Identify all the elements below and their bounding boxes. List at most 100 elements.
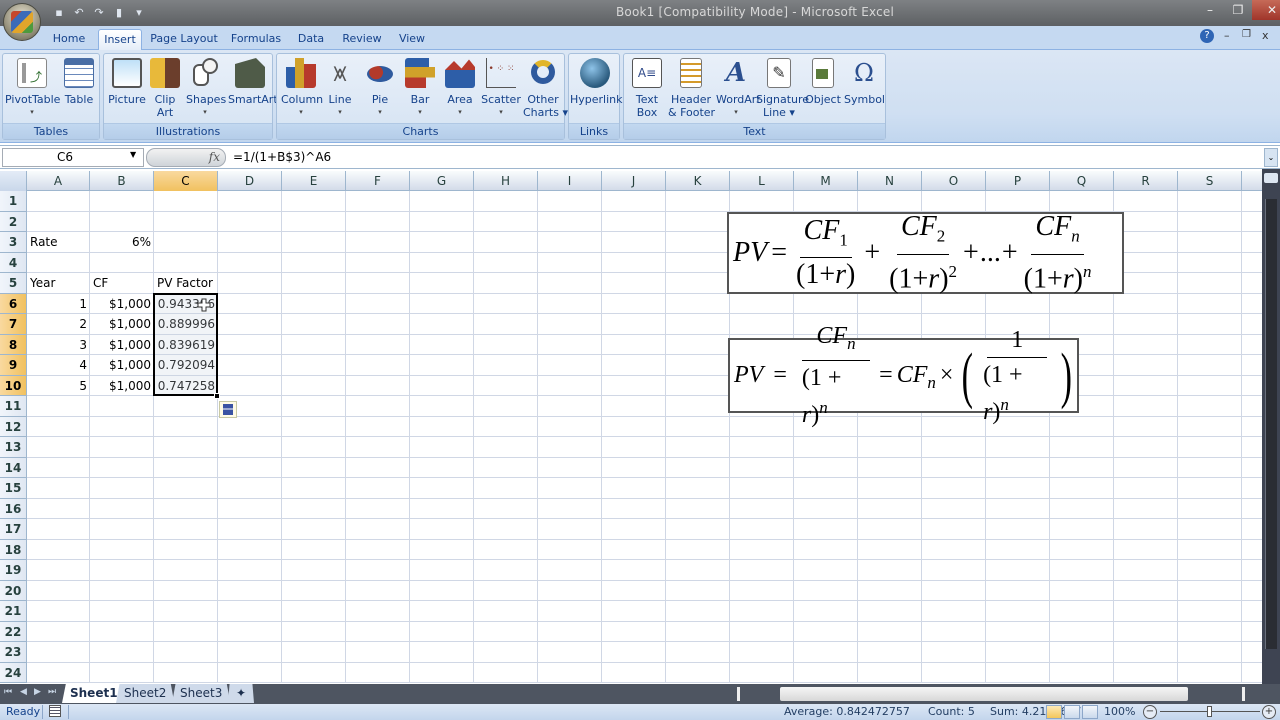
row-header-14[interactable]: 14 (0, 457, 27, 478)
first-sheet-button[interactable]: ⏮ (4, 687, 12, 697)
column-header-c[interactable]: C (154, 171, 218, 191)
cell-b5[interactable]: CF (90, 273, 154, 293)
page-break-preview-button[interactable] (1082, 705, 1098, 719)
row-header-19[interactable]: 19 (0, 560, 27, 581)
help-icon[interactable]: ? (1200, 29, 1214, 43)
other-charts-button[interactable]: Other Charts ▾ (523, 58, 568, 119)
column-header-k[interactable]: K (666, 171, 730, 191)
row-header-21[interactable]: 21 (0, 601, 27, 622)
column-header-l[interactable]: L (730, 171, 794, 191)
column-header-d[interactable]: D (218, 171, 282, 191)
next-sheet-button[interactable]: ▶ (34, 687, 41, 697)
wordart-button[interactable]: A WordArt ▾ (716, 58, 761, 119)
cell-b3[interactable]: 6% (90, 232, 154, 252)
line-chart-button[interactable]: ⩙ Line ▾ (323, 58, 357, 119)
workbook-minimize-button[interactable]: – (1224, 29, 1230, 42)
insert-sheet-button[interactable]: ✦ (228, 684, 254, 703)
cell-c5[interactable]: PV Factor (154, 273, 218, 293)
row-header-12[interactable]: 12 (0, 416, 27, 437)
row-header-3[interactable]: 3 (0, 232, 27, 253)
table-button[interactable]: Table (61, 58, 97, 106)
row-header-6[interactable]: 6 (0, 293, 27, 314)
zoom-slider-thumb[interactable] (1207, 706, 1212, 717)
signature-line-button[interactable]: ✎ Signature Line ▾ (756, 58, 809, 119)
column-header-q[interactable]: Q (1050, 171, 1114, 191)
row-header-24[interactable]: 24 (0, 662, 27, 683)
row-header-16[interactable]: 16 (0, 498, 27, 519)
tab-home[interactable]: Home (50, 29, 88, 50)
select-all-button[interactable] (0, 171, 27, 191)
prev-sheet-button[interactable]: ◀ (20, 687, 27, 697)
column-header-g[interactable]: G (410, 171, 474, 191)
row-header-20[interactable]: 20 (0, 580, 27, 601)
close-button[interactable]: ✕ (1252, 0, 1280, 20)
cell-b6[interactable]: $1,000 (90, 294, 154, 314)
pie-chart-button[interactable]: Pie ▾ (363, 58, 397, 119)
row-header-23[interactable]: 23 (0, 642, 27, 663)
column-header-p[interactable]: P (986, 171, 1050, 191)
sheet-tab-sheet2[interactable]: Sheet2 (116, 684, 175, 703)
horizontal-split-handle[interactable] (1242, 687, 1245, 701)
row-header-2[interactable]: 2 (0, 211, 27, 232)
clip-art-button[interactable]: Clip Art (150, 58, 180, 119)
column-header-f[interactable]: F (346, 171, 410, 191)
column-header-e[interactable]: E (282, 171, 346, 191)
formula-input[interactable]: =1/(1+B$3)^A6 (233, 150, 331, 164)
cell-a5[interactable]: Year (27, 273, 90, 293)
expand-formula-bar-button[interactable]: ⌄ (1264, 148, 1278, 167)
symbol-button[interactable]: Ω Symbol (844, 58, 885, 106)
row-header-22[interactable]: 22 (0, 621, 27, 642)
zoom-out-button[interactable]: − (1143, 705, 1157, 719)
office-button[interactable] (3, 3, 41, 41)
tab-view[interactable]: View (394, 29, 430, 50)
row-header-13[interactable]: 13 (0, 437, 27, 458)
tab-insert[interactable]: Insert (98, 29, 142, 50)
workbook-close-button[interactable]: x (1262, 29, 1269, 42)
row-header-7[interactable]: 7 (0, 314, 27, 335)
split-box[interactable] (1264, 173, 1278, 183)
cell-a10[interactable]: 5 (27, 376, 90, 396)
column-header-n[interactable]: N (858, 171, 922, 191)
cell-a9[interactable]: 4 (27, 355, 90, 375)
zoom-level[interactable]: 100% (1104, 705, 1135, 718)
pivottable-button[interactable]: ⤴ PivotTable ▾ (5, 58, 60, 119)
macro-record-icon[interactable] (49, 705, 61, 717)
cell-a8[interactable]: 3 (27, 335, 90, 355)
scatter-chart-button[interactable]: • ⁘ ⁙ Scatter ▾ (481, 58, 521, 119)
vertical-scroll-thumb[interactable] (1265, 199, 1277, 649)
name-box[interactable]: C6 (2, 148, 144, 167)
maximize-button[interactable]: ❐ (1224, 0, 1252, 20)
column-chart-button[interactable]: Column ▾ (281, 58, 323, 119)
cell-a3[interactable]: Rate (27, 232, 90, 252)
column-header-a[interactable]: A (27, 171, 90, 191)
area-chart-button[interactable]: Area ▾ (443, 58, 477, 119)
hyperlink-button[interactable]: Hyperlink (570, 58, 623, 106)
page-layout-view-button[interactable] (1064, 705, 1080, 719)
normal-view-button[interactable] (1046, 705, 1062, 719)
object-button[interactable]: Object (804, 58, 842, 106)
cell-b7[interactable]: $1,000 (90, 314, 154, 334)
row-header-1[interactable]: 1 (0, 191, 27, 212)
equation-box-pv-factor[interactable]: PV = CFn (1 + r)n = CF n × ( 1 (1 + r)n ) (728, 323, 1079, 428)
minimize-button[interactable]: – (1196, 0, 1224, 20)
row-header-10[interactable]: 10 (0, 375, 27, 396)
column-header-o[interactable]: O (922, 171, 986, 191)
column-header-h[interactable]: H (474, 171, 538, 191)
column-header-s[interactable]: S (1178, 171, 1242, 191)
cell-b10[interactable]: $1,000 (90, 376, 154, 396)
tab-review[interactable]: Review (340, 29, 384, 50)
column-header-i[interactable]: I (538, 171, 602, 191)
zoom-in-button[interactable]: + (1262, 705, 1276, 719)
fill-handle[interactable] (214, 393, 220, 399)
row-header-15[interactable]: 15 (0, 478, 27, 499)
last-sheet-button[interactable]: ⏭ (48, 687, 56, 697)
column-header-r[interactable]: R (1114, 171, 1178, 191)
spreadsheet-grid[interactable]: ABCDEFGHIJKLMNOPQRS 1 2 3 4 5 6 7 8 9 10 11 12 13 14 1… (0, 171, 1262, 683)
cell-a6[interactable]: 1 (27, 294, 90, 314)
tab-page-layout[interactable]: Page Layout (150, 29, 218, 50)
row-header-4[interactable]: 4 (0, 252, 27, 273)
equation-box-pv-sum[interactable]: PV = CF1 (1+r) + CF2 (1+r)2 + ... + CFn … (727, 212, 1124, 294)
column-header-b[interactable]: B (90, 171, 154, 191)
workbook-restore-button[interactable]: ❐ (1242, 29, 1251, 40)
row-header-9[interactable]: 9 (0, 355, 27, 376)
